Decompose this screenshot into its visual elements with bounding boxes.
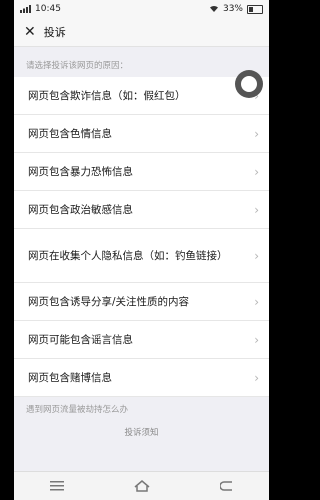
battery-percent: 33%: [222, 4, 243, 14]
reason-item-politics[interactable]: 网页包含政治敏感信息 ›: [14, 191, 269, 229]
complaint-notice-link[interactable]: 投诉须知: [14, 426, 269, 438]
reason-label: 网页在收集个人隐私信息（如：钓鱼链接）: [28, 249, 228, 262]
reason-item-induce-share[interactable]: 网页包含诱导分享/关注性质的内容 ›: [14, 283, 269, 321]
chevron-right-icon: ›: [254, 294, 259, 309]
reason-label: 网页包含色情信息: [28, 127, 112, 140]
reason-label: 网页包含诱导分享/关注性质的内容: [28, 295, 190, 308]
reason-item-porn[interactable]: 网页包含色情信息 ›: [14, 115, 269, 153]
chevron-right-icon: ›: [254, 202, 259, 217]
battery-icon: [247, 4, 263, 14]
reason-label: 网页包含政治敏感信息: [28, 203, 133, 216]
status-bar: 10:45 33%: [14, 0, 269, 18]
reason-label: 网页包含赌博信息: [28, 371, 112, 384]
reason-label: 网页包含暴力恐怖信息: [28, 165, 133, 178]
close-icon[interactable]: ✕: [24, 24, 36, 40]
menu-icon[interactable]: [49, 480, 65, 492]
assistive-touch-icon: [241, 76, 257, 92]
reason-item-fraud[interactable]: 网页包含欺诈信息（如：假红包） ›: [14, 77, 269, 115]
signal-icon: [20, 5, 31, 13]
chevron-right-icon: ›: [254, 248, 259, 263]
chevron-right-icon: ›: [254, 370, 259, 385]
reason-item-violence[interactable]: 网页包含暴力恐怖信息 ›: [14, 153, 269, 191]
assistive-touch-button[interactable]: [235, 70, 263, 98]
chevron-right-icon: ›: [254, 164, 259, 179]
system-nav-bar: [14, 471, 269, 500]
reason-label: 网页可能包含谣言信息: [28, 333, 133, 346]
chevron-right-icon: ›: [254, 126, 259, 141]
reason-item-gambling[interactable]: 网页包含赌博信息 ›: [14, 359, 269, 397]
reason-list: 网页包含欺诈信息（如：假红包） › 网页包含色情信息 › 网页包含暴力恐怖信息 …: [14, 77, 269, 397]
phone-screen: 10:45 33% ✕ 投诉 请选择投诉该网页的原因： 网页包含欺诈信息（如：假…: [14, 0, 269, 500]
reason-item-rumor[interactable]: 网页可能包含谣言信息 ›: [14, 321, 269, 359]
hijack-help-link[interactable]: 遇到网页流量被劫持怎么办: [14, 397, 269, 421]
reason-item-privacy[interactable]: 网页在收集个人隐私信息（如：钓鱼链接） ›: [14, 229, 269, 283]
home-icon[interactable]: [134, 480, 150, 492]
reason-hint: 请选择投诉该网页的原因：: [26, 61, 129, 71]
app-bar: ✕ 投诉: [14, 18, 269, 47]
back-icon[interactable]: [219, 480, 235, 492]
wifi-icon: [209, 5, 218, 12]
chevron-right-icon: ›: [254, 332, 259, 347]
page-title: 投诉: [43, 26, 66, 39]
status-time: 10:45: [35, 4, 61, 14]
reason-label: 网页包含欺诈信息（如：假红包）: [28, 89, 186, 102]
